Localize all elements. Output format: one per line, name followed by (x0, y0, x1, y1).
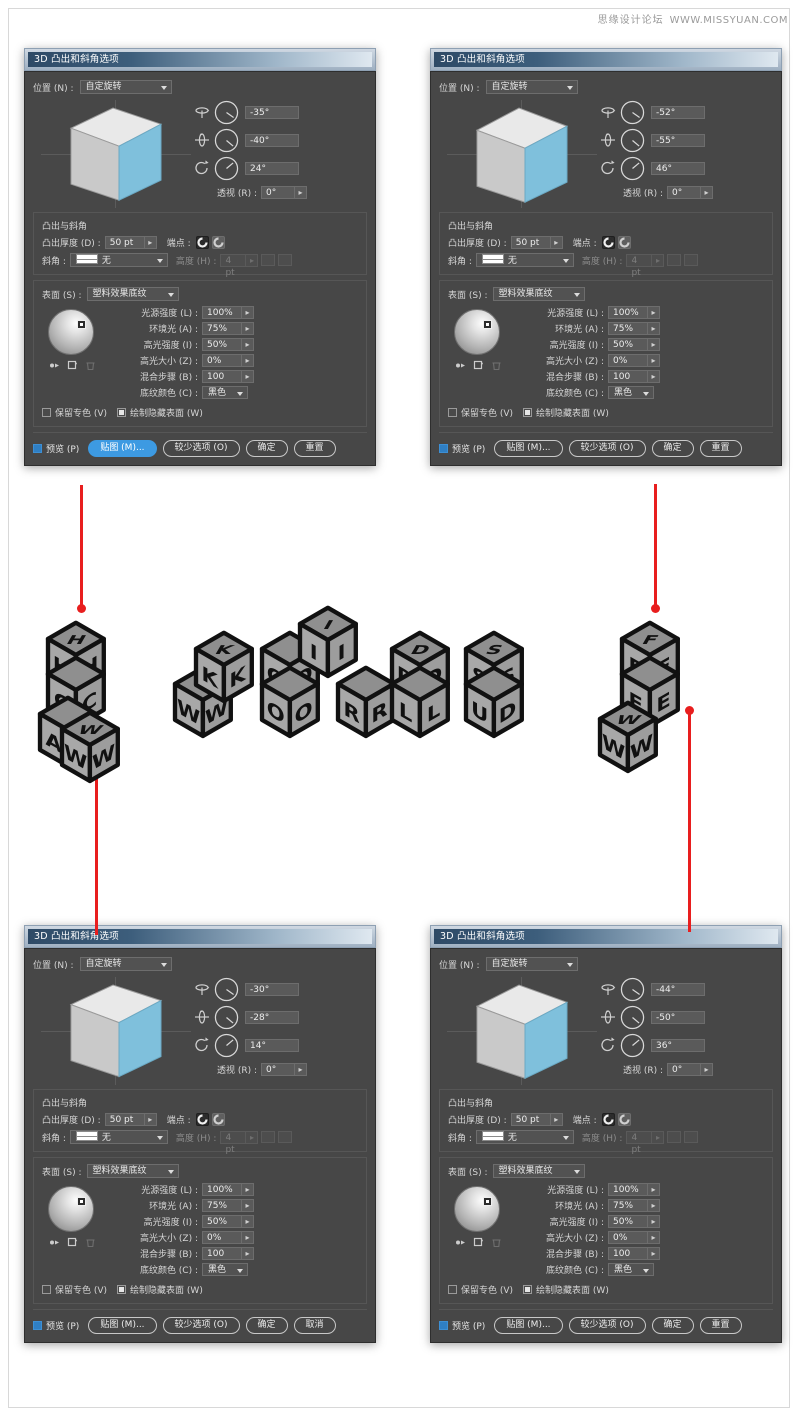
letter-block: II I (300, 608, 356, 676)
letter-block: KK K (196, 633, 252, 701)
letter-block: UD (466, 668, 522, 736)
letter-block: OO (262, 668, 318, 736)
letter-block: WW W (600, 703, 656, 771)
letter-blocks-illustration: HHHCCAWWWWWKKKOOIIIOORRDDDLLSSSUDFFFEEWW… (0, 0, 800, 1418)
block-letter: I (310, 640, 318, 667)
page-root: 思缘设计论坛 WWW.MISSYUAN.COM 3D 凸出和斜角选项 位置 (N)… (0, 0, 800, 1418)
block-letter: I (338, 640, 346, 667)
letter-block: WW W (62, 713, 118, 781)
letter-block: RR (338, 668, 394, 736)
letter-block: LL (392, 668, 448, 736)
